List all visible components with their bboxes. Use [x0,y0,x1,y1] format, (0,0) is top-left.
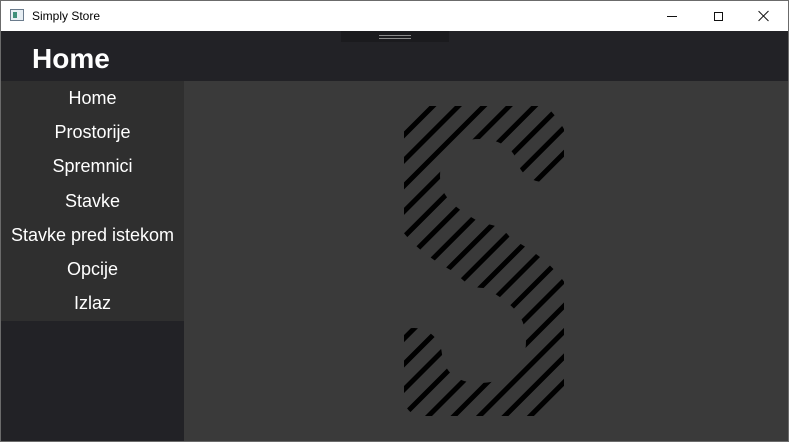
sidebar: Home Prostorije Spremnici Stavke Stavke … [1,81,184,441]
page-title: Home [32,43,110,74]
sidebar-item-stavke[interactable]: Stavke [1,184,184,218]
sidebar-item-home[interactable]: Home [1,81,184,115]
drag-handle[interactable] [341,31,449,42]
minimize-button[interactable] [649,1,695,31]
sidebar-item-spremnici[interactable]: Spremnici [1,149,184,183]
close-button[interactable] [741,1,787,31]
maximize-icon [713,11,723,21]
sidebar-item-opcije[interactable]: Opcije [1,252,184,286]
title-bar[interactable]: Simply Store [1,1,788,31]
page-header: Home [1,31,788,81]
sidebar-item-stavke-pred-istekom[interactable]: Stavke pred istekom [1,218,184,252]
minimize-icon [667,15,677,17]
sidebar-item-prostorije[interactable]: Prostorije [1,115,184,149]
sidebar-item-izlaz[interactable]: Izlaz [1,286,184,320]
app-icon [10,9,24,21]
close-icon [758,10,770,22]
striped-s-logo-icon [404,106,564,416]
app-window: Simply Store Home Home Prostorije Spremn… [0,0,789,442]
sidebar-menu: Home Prostorije Spremnici Stavke Stavke … [1,81,184,321]
main-content [184,81,788,441]
maximize-button[interactable] [695,1,741,31]
window-title: Simply Store [32,9,101,23]
